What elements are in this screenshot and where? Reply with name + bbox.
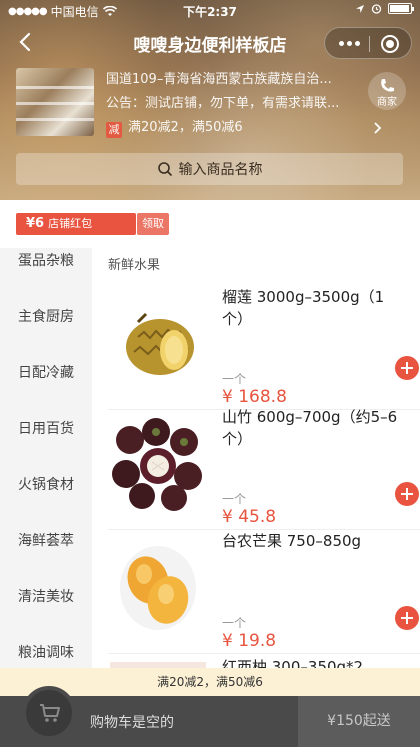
add-to-cart-button[interactable] <box>395 482 419 506</box>
search-placeholder: 输入商品名称 <box>178 162 263 178</box>
store-red-packet[interactable]: ¥6 店铺红包 <box>16 213 136 235</box>
merchant-label: 商家 <box>377 97 397 108</box>
product-price: ¥ 45.8 <box>222 507 277 527</box>
product-item[interactable]: 红西柚 300–350g*2 <box>108 654 420 668</box>
product-name: 红西柚 300–350g*2 <box>222 658 364 668</box>
red-packet-label: 店铺红包 <box>48 217 93 230</box>
category-item[interactable]: 海鲜荟萃 <box>0 530 92 550</box>
claim-button[interactable]: 领取 <box>137 213 169 235</box>
category-item[interactable]: 清洁美妆 <box>0 586 92 606</box>
store-info[interactable]: 国道109–青海省海西蒙古族藏族自治... 公告：测试店铺，勿下单，有需求请联.… <box>106 70 346 142</box>
miniapp-capsule <box>324 27 412 59</box>
category-sidebar: 蛋品杂粮 主食厨房 日配冷藏 日用百货 火锅食材 海鲜荟萃 清洁美妆 粮油调味 <box>0 248 92 668</box>
product-item[interactable]: 台农芒果 750–850g 一个 ¥ 19.8 <box>108 530 420 654</box>
cart-button[interactable] <box>22 686 76 740</box>
category-item[interactable]: 日配冷藏 <box>0 362 92 382</box>
category-item[interactable]: 日用百货 <box>0 418 92 438</box>
store-notice: 公告：测试店铺，勿下单，有需求请联... <box>106 96 340 111</box>
add-to-cart-button[interactable] <box>395 606 419 630</box>
product-unit: 一个 <box>222 616 247 630</box>
category-item[interactable]: 蛋品杂粮 <box>0 250 92 270</box>
product-price: ¥ 19.8 <box>222 631 277 651</box>
capsule-divider <box>369 36 370 52</box>
product-price: ¥ 168.8 <box>222 387 287 407</box>
search-icon <box>157 162 172 177</box>
more-icon[interactable] <box>339 41 360 46</box>
category-item[interactable]: 主食厨房 <box>0 306 92 326</box>
min-order-button[interactable]: ¥150起送 <box>298 696 420 747</box>
product-image <box>112 418 202 511</box>
status-bar: ●●●●● 中国电信 下午2:37 <box>0 0 420 22</box>
location-icon <box>356 4 364 13</box>
product-image <box>110 662 206 668</box>
product-image <box>126 312 194 375</box>
close-miniapp-icon[interactable] <box>381 35 399 53</box>
cart-icon <box>40 704 60 722</box>
product-list: 新鲜水果 榴莲 3000g–3500g（1个） 一个 ¥ 168.8 山竹 60… <box>92 248 420 668</box>
store-photo <box>16 68 94 136</box>
navigation-bar: 嗖嗖身边便利样板店 <box>0 22 420 62</box>
add-to-cart-button[interactable] <box>395 356 419 380</box>
section-title: 新鲜水果 <box>108 258 161 273</box>
alarm-icon <box>371 4 382 14</box>
product-name: 榴莲 3000g–3500g（1个） <box>222 288 385 328</box>
product-item[interactable]: 榴莲 3000g–3500g（1个） 一个 ¥ 168.8 <box>108 286 420 410</box>
cart-bar[interactable]: 购物车是空的 ¥150起送 <box>0 686 420 747</box>
battery-icon <box>388 3 414 14</box>
cart-empty-text: 购物车是空的 <box>90 715 174 731</box>
store-promo-text: 满20减2，满50减6 <box>128 120 243 135</box>
category-item[interactable]: 粮油调味 <box>0 642 92 662</box>
search-input[interactable]: 输入商品名称 <box>16 153 403 185</box>
store-header: ●●●●● 中国电信 下午2:37 嗖嗖身边便利样板店 国道109–青海省海西蒙… <box>0 0 420 200</box>
category-item[interactable]: 火锅食材 <box>0 474 92 494</box>
product-name: 山竹 600g–700g（约5–6个） <box>222 408 398 448</box>
product-image <box>120 546 196 630</box>
store-promo: 减满20减2，满50减6 <box>106 118 346 142</box>
product-unit: 一个 <box>222 372 247 386</box>
red-packet-amount: ¥6 <box>26 216 45 231</box>
product-item[interactable]: 山竹 600g–700g（约5–6个） 一个 ¥ 45.8 <box>108 406 420 530</box>
store-address: 国道109–青海省海西蒙古族藏族自治... <box>106 72 332 87</box>
chevron-right-icon[interactable] <box>372 122 384 134</box>
product-name: 台农芒果 750–850g <box>222 532 362 550</box>
product-unit: 一个 <box>222 492 247 506</box>
discount-badge: 减 <box>106 122 122 138</box>
